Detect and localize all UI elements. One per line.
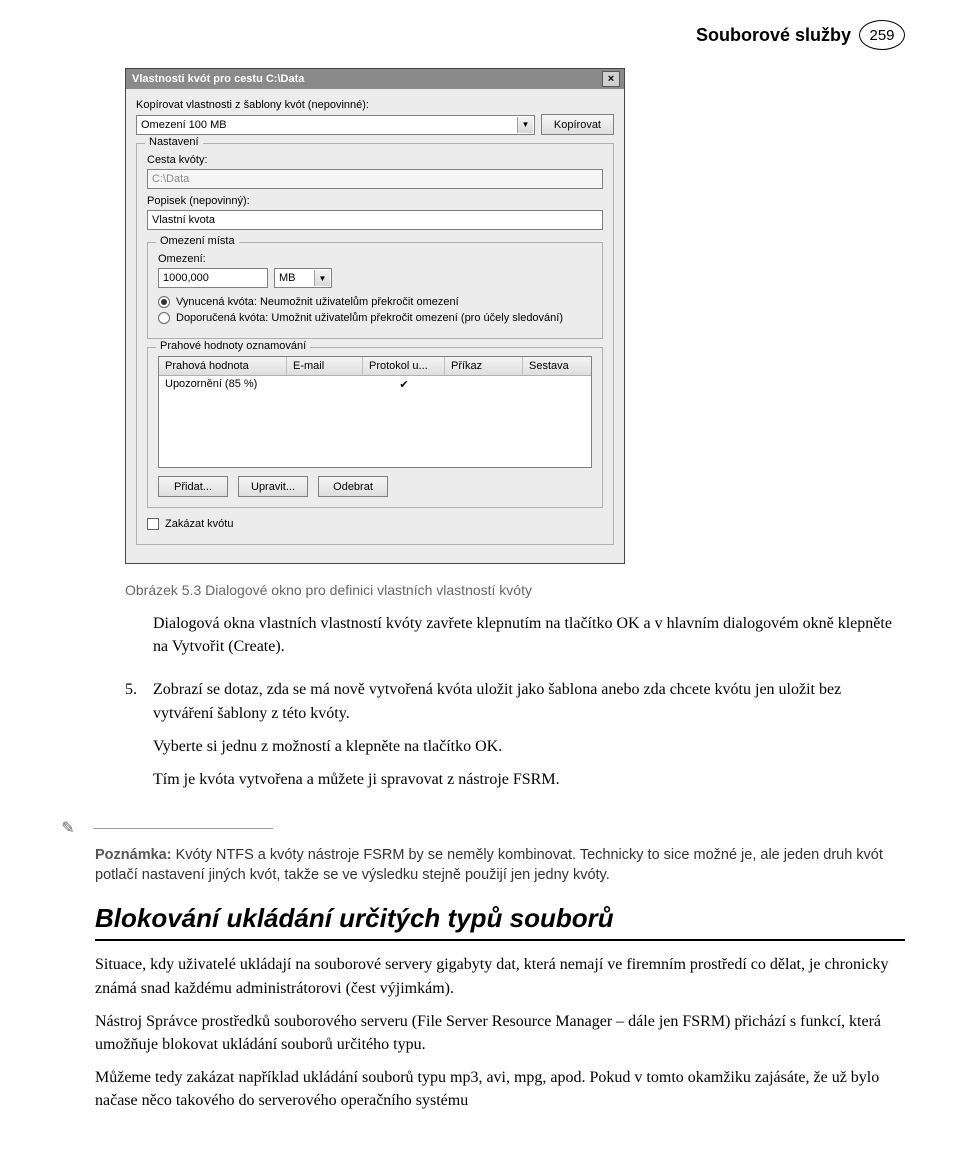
settings-legend: Nastavení	[145, 136, 203, 148]
limit-label: Omezení:	[158, 253, 592, 265]
desc-value: Vlastní kvota	[152, 214, 215, 226]
pencil-icon: ✎	[57, 817, 79, 839]
td-command	[445, 376, 523, 393]
thresholds-legend: Prahové hodnoty oznamování	[156, 340, 310, 352]
limit-value: 1000,000	[163, 272, 209, 284]
path-value: C:\Data	[152, 173, 189, 185]
note-paragraph: Poznámka: Kvóty NTFS a kvóty nástroje FS…	[95, 845, 905, 886]
template-combo[interactable]: Omezení 100 MB ▼	[136, 115, 535, 135]
page-header: Souborové služby 259	[95, 20, 905, 50]
disable-quota-checkbox[interactable]: Zakázat kvótu	[147, 518, 603, 530]
remove-button[interactable]: Odebrat	[318, 476, 388, 497]
disable-quota-label: Zakázat kvótu	[165, 518, 233, 530]
th-command: Příkaz	[445, 357, 523, 375]
soft-quota-radio[interactable]: Doporučená kvóta: Umožnit uživatelům pře…	[158, 312, 592, 324]
path-label: Cesta kvóty:	[147, 154, 603, 166]
chevron-down-icon: ▼	[517, 117, 533, 133]
paragraph: Můžeme tedy zakázat například ukládání s…	[95, 1066, 905, 1112]
thresholds-group: Prahové hodnoty oznamování Prahová hodno…	[147, 347, 603, 508]
dialog-title: Vlastnosti kvót pro cestu C:\Data	[132, 73, 304, 85]
table-row[interactable]: Upozornění (85 %) ✔	[159, 376, 591, 393]
td-email	[287, 376, 363, 393]
paragraph: Nástroj Správce prostředků souborového s…	[95, 1010, 905, 1056]
td-report	[523, 376, 591, 393]
dialog-titlebar[interactable]: Vlastnosti kvót pro cestu C:\Data ×	[126, 69, 624, 89]
edit-button[interactable]: Upravit...	[238, 476, 308, 497]
paragraph: Tím je kvóta vytvořena a můžete ji sprav…	[153, 768, 905, 791]
radio-icon	[158, 312, 170, 324]
close-icon[interactable]: ×	[602, 71, 620, 87]
paragraph: Situace, kdy uživatelé ukládají na soubo…	[95, 953, 905, 999]
divider-line	[93, 828, 273, 829]
unit-value: MB	[279, 272, 296, 284]
chevron-down-icon: ▼	[314, 270, 330, 286]
note-label: Poznámka:	[95, 847, 172, 863]
section-name: Souborové služby	[696, 25, 851, 46]
note-divider: ✎	[57, 817, 905, 839]
radio-icon	[158, 296, 170, 308]
list-number: 5.	[125, 678, 143, 801]
list-spacer	[125, 612, 143, 668]
page-number: 259	[859, 20, 905, 50]
description-input[interactable]: Vlastní kvota	[147, 210, 603, 230]
th-log: Protokol u...	[363, 357, 445, 375]
th-threshold: Prahová hodnota	[159, 357, 287, 375]
hard-quota-label: Vynucená kvóta: Neumožnit uživatelům pře…	[176, 296, 459, 308]
th-report: Sestava	[523, 357, 591, 375]
copy-button[interactable]: Kopírovat	[541, 114, 614, 135]
td-threshold: Upozornění (85 %)	[159, 376, 287, 393]
unit-combo[interactable]: MB ▼	[274, 268, 332, 288]
checkbox-icon	[147, 518, 159, 530]
paragraph: Zobrazí se dotaz, zda se má nově vytvoře…	[153, 678, 905, 724]
body-content: Dialogová okna vlastních vlastností kvót…	[95, 612, 905, 1113]
section-heading: Blokování ukládání určitých typů souborů	[95, 900, 905, 942]
paragraph: Dialogová okna vlastních vlastností kvót…	[153, 612, 905, 658]
limit-legend: Omezení místa	[156, 235, 239, 247]
note-body: Kvóty NTFS a kvóty nástroje FSRM by se n…	[95, 847, 883, 883]
quota-properties-dialog: Vlastnosti kvót pro cestu C:\Data × Kopí…	[125, 68, 625, 564]
template-combo-value: Omezení 100 MB	[141, 119, 227, 131]
settings-group: Nastavení Cesta kvóty: C:\Data Popisek (…	[136, 143, 614, 545]
td-log: ✔	[363, 376, 445, 393]
limit-group: Omezení místa Omezení: 1000,000 MB ▼ V	[147, 242, 603, 339]
desc-label: Popisek (nepovinný):	[147, 195, 603, 207]
path-input: C:\Data	[147, 169, 603, 189]
figure-caption: Obrázek 5.3 Dialogové okno pro definici …	[125, 582, 905, 598]
soft-quota-label: Doporučená kvóta: Umožnit uživatelům pře…	[176, 312, 563, 324]
thresholds-table[interactable]: Prahová hodnota E-mail Protokol u... Pří…	[158, 356, 592, 468]
add-button[interactable]: Přidat...	[158, 476, 228, 497]
paragraph: Vyberte si jednu z možností a klepněte n…	[153, 735, 905, 758]
hard-quota-radio[interactable]: Vynucená kvóta: Neumožnit uživatelům pře…	[158, 296, 592, 308]
table-header: Prahová hodnota E-mail Protokol u... Pří…	[159, 357, 591, 376]
th-email: E-mail	[287, 357, 363, 375]
limit-input[interactable]: 1000,000	[158, 268, 268, 288]
copy-template-label: Kopírovat vlastnosti z šablony kvót (nep…	[136, 99, 614, 111]
